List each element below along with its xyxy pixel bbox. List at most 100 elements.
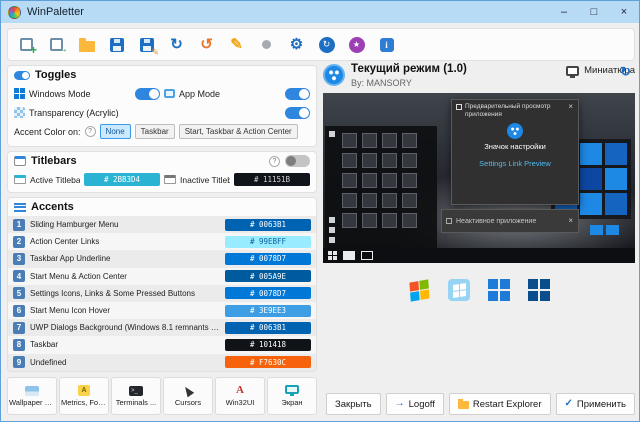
accent-row-4: 4 Start Menu & Action Center # 005A9E (8, 268, 316, 285)
windows-7-logo-icon (448, 279, 470, 301)
accent-number-badge: 3 (13, 253, 25, 265)
accent-row-3: 3 Taskbar App Underline # 0078D7 (8, 250, 316, 267)
app-window-icon (164, 89, 175, 98)
preview-tile (606, 225, 619, 235)
inactive-titlebar-label: Inactive Titlebar (180, 175, 230, 185)
app-mode-toggle[interactable] (285, 88, 310, 100)
preview-tile (342, 193, 357, 208)
save-theme-as-button[interactable]: ✎ (133, 32, 160, 57)
toggles-header: Toggles (8, 66, 316, 84)
windows-mode-toggle[interactable] (135, 88, 160, 100)
edit-colors-button[interactable]: ✎ (223, 32, 250, 57)
tools-bar: Wallpaper Tone A Metrics, Fonts >_ Termi… (7, 377, 317, 415)
preview-tile (402, 193, 417, 208)
save-icon (110, 38, 124, 52)
inactive-titlebar-icon (164, 175, 176, 184)
accent-on-start-taskbar-ac-segment[interactable]: Start, Taskbar & Action Center (179, 124, 298, 139)
about-button[interactable]: i (373, 32, 400, 57)
windows-11-style-button[interactable] (526, 277, 552, 303)
windows-classic-style-button[interactable] (406, 277, 432, 303)
theme-title: Текущий режим (1.0) (351, 63, 467, 75)
accent-help-icon[interactable]: ? (85, 126, 96, 137)
accent-color-chip[interactable]: # 0063B1 (225, 219, 311, 231)
refresh-preview-button[interactable]: ↻ (620, 65, 631, 78)
logoff-button[interactable]: → Logoff (386, 393, 444, 415)
accent-number-badge: 1 (13, 219, 25, 231)
start-button-icon (328, 251, 337, 260)
apply-button[interactable]: ✓ Применить (556, 393, 635, 415)
accent-number-badge: 5 (13, 287, 25, 299)
preview-tile (402, 173, 417, 188)
accent-on-none-segment[interactable]: None (100, 124, 131, 139)
accents-section: Accents 1 Sliding Hamburger Menu # 0063B… (7, 197, 317, 372)
inactive-titlebar-color-chip[interactable]: # 11151B (234, 173, 310, 186)
close-button[interactable]: × (609, 1, 639, 23)
accent-color-chip[interactable]: # 0078D7 (225, 253, 311, 265)
accent-row-2: 2 Action Center Links # 99EBFF (8, 233, 316, 250)
undo-button[interactable]: ↻ (163, 32, 190, 57)
metrics-fonts-button[interactable]: A Metrics, Fonts (59, 377, 109, 415)
restart-explorer-button[interactable]: Restart Explorer (449, 393, 551, 415)
accent-label: Taskbar (30, 340, 220, 349)
web-button[interactable] (253, 32, 280, 57)
accents-list: 1 Sliding Hamburger Menu # 0063B1 2 Acti… (8, 216, 316, 371)
windows-7-style-button[interactable] (446, 277, 472, 303)
winpaletter-window: WinPaletter – □ × ✎ ↻ ↺ ✎ ⚙ ↻ ★ i Toggle… (0, 0, 640, 422)
minimize-button[interactable]: – (549, 1, 579, 23)
cursors-button[interactable]: Cursors (163, 377, 213, 415)
accent-color-chip[interactable]: # 0063B1 (225, 322, 311, 334)
titlebars-toggle[interactable] (285, 155, 310, 167)
accent-color-chip[interactable]: # 99EBFF (225, 236, 311, 248)
accent-label: Taskbar App Underline (30, 254, 220, 263)
accent-color-chip[interactable]: # 005A9E (225, 270, 311, 282)
app-logo-icon (8, 6, 21, 19)
window-glyph-icon (456, 104, 462, 110)
pencil-overlay-icon: ✎ (151, 47, 159, 58)
extras-button[interactable]: ★ (343, 32, 370, 57)
toggles-section: Toggles Windows Mode App Mode Transparen… (7, 65, 317, 147)
accent-color-chip[interactable]: # 101418 (225, 339, 311, 351)
accent-label: Sliding Hamburger Menu (30, 220, 220, 229)
terminals-button[interactable]: >_ Terminals ... (111, 377, 161, 415)
logoff-label: Logoff (409, 399, 435, 410)
windows-11-logo-icon (528, 279, 550, 301)
accent-on-taskbar-segment[interactable]: Taskbar (135, 124, 175, 139)
wallpaper-tone-button[interactable]: Wallpaper Tone (7, 377, 57, 415)
preview-tile (605, 143, 627, 165)
screen-button[interactable]: Экран (267, 377, 317, 415)
settings-button[interactable]: ⚙ (283, 32, 310, 57)
titlebars-help-icon[interactable]: ? (269, 156, 280, 167)
active-titlebar-color-chip[interactable]: # 2BB3D4 (84, 173, 160, 186)
open-theme-button[interactable] (73, 32, 100, 57)
preview-active-window: Предварительный просмотр приложения × Зн… (451, 99, 579, 205)
preview-tile (362, 213, 377, 228)
explorer-folder-icon (458, 401, 469, 409)
preview-window-header: Предварительный просмотр приложения × (452, 100, 578, 120)
accent-color-chip[interactable]: # 0078D7 (225, 287, 311, 299)
win32ui-button[interactable]: A Win32UI (215, 377, 265, 415)
accent-color-chip[interactable]: # F7630C (225, 356, 311, 368)
accent-color-chip[interactable]: # 3E9EE3 (225, 305, 311, 317)
logoff-icon: → (395, 399, 405, 409)
settings-badge-icon (507, 123, 523, 139)
inactive-close-icon: × (567, 217, 574, 225)
accent-label: Settings Icons, Links & Some Pressed But… (30, 289, 220, 298)
accent-number-badge: 4 (13, 270, 25, 282)
transparency-toggle[interactable] (285, 107, 310, 119)
accent-label: Start Menu & Action Center (30, 272, 220, 281)
hamburger-icon (329, 131, 335, 137)
sync-button[interactable]: ↻ (313, 32, 340, 57)
preview-start-menu (325, 126, 437, 248)
transparency-label: Transparency (Acrylic) (29, 108, 119, 118)
maximize-button[interactable]: □ (579, 1, 609, 23)
redo-button[interactable]: ↺ (193, 32, 220, 57)
close-app-button[interactable]: Закрыть (326, 393, 381, 415)
new-theme-button[interactable] (13, 32, 40, 57)
save-theme-button[interactable] (103, 32, 130, 57)
windows-10-style-button[interactable] (486, 277, 512, 303)
preview-tile (580, 168, 602, 190)
theme-logo-icon (323, 64, 345, 86)
import-theme-button[interactable] (43, 32, 70, 57)
cursors-label: Cursors (175, 398, 201, 407)
windows-mode-label: Windows Mode (29, 89, 91, 99)
